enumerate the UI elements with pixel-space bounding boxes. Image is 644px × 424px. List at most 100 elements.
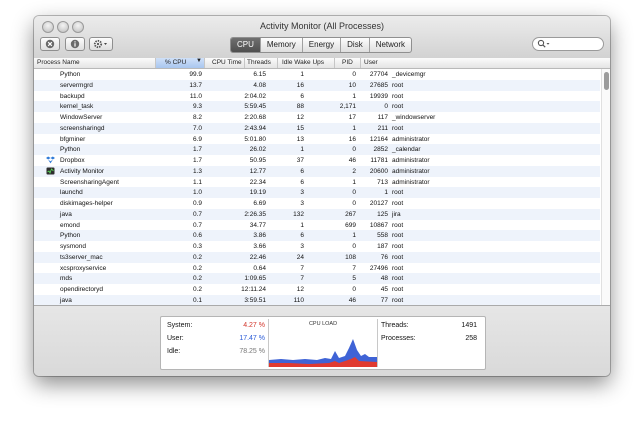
table-row[interactable]: opendirectoryd 0.2 12:11.24 12 0 45 root bbox=[34, 284, 600, 295]
threads-cell: 3 bbox=[300, 243, 304, 250]
table-row[interactable]: java 0.7 2:26.35 132 267 125 jira bbox=[34, 208, 600, 220]
cpu-cell: 0.9 bbox=[192, 200, 202, 207]
column-pid[interactable]: PID bbox=[342, 59, 353, 66]
user-cell: root bbox=[392, 124, 404, 132]
table-row[interactable]: screensharingd 7.0 2:43.94 15 1 211 root bbox=[34, 122, 600, 134]
table-row[interactable]: Activity Monitor 1.3 12.77 6 2 20600 administr… bbox=[34, 165, 600, 177]
cpu-cell: 0.2 bbox=[192, 286, 202, 293]
table-row[interactable]: java 0.1 3:59.51 110 46 77 root bbox=[34, 294, 600, 305]
column-idle-wake-ups[interactable]: Idle Wake Ups bbox=[282, 59, 324, 66]
user-cell: administrator bbox=[392, 167, 430, 175]
cpu-time-cell: 6.69 bbox=[253, 200, 266, 207]
threads-cell: 6 bbox=[300, 178, 304, 186]
inspect-process-button[interactable] bbox=[65, 37, 85, 51]
search-field[interactable] bbox=[532, 37, 604, 51]
cpu-time-cell: 50.95 bbox=[249, 157, 266, 164]
table-row[interactable]: mds 0.2 1:09.65 7 5 48 root bbox=[34, 273, 600, 284]
column-process-name[interactable]: Process Name bbox=[37, 59, 80, 66]
table-row[interactable]: sysmond 0.3 3.66 3 0 187 root bbox=[34, 241, 600, 252]
cpu-cell: 9.3 bbox=[192, 103, 202, 111]
table-row[interactable]: Python 0.6 3.86 6 1 558 root bbox=[34, 230, 600, 241]
cpu-time-cell: 3.66 bbox=[253, 243, 266, 250]
idle-wake-ups-cell: 0 bbox=[352, 189, 356, 197]
table-row[interactable]: kernel_task 9.3 5:59.45 88 2,171 0 root bbox=[34, 101, 600, 112]
idle-wake-ups-cell: 1 bbox=[352, 124, 356, 132]
table-row[interactable]: xcsproxyservice 0.2 0.64 7 7 27496 root bbox=[34, 263, 600, 274]
tab-cpu[interactable]: CPU bbox=[231, 38, 261, 52]
pid-cell: 211 bbox=[377, 124, 388, 132]
table-row[interactable]: emond 0.7 34.77 1 699 10867 root bbox=[34, 220, 600, 231]
table-row[interactable]: ts3server_mac 0.2 22.46 24 108 76 root bbox=[34, 251, 600, 263]
cpu-time-cell: 2:43.94 bbox=[244, 124, 266, 132]
idle-wake-ups-cell: 699 bbox=[345, 221, 356, 229]
user-cell: root bbox=[392, 200, 404, 207]
cpu-time-cell: 26.02 bbox=[249, 146, 266, 154]
table-row[interactable]: WindowServer 8.2 2:20.68 12 17 117 _windowserv… bbox=[34, 112, 600, 123]
threads-value: 1491 bbox=[461, 322, 477, 329]
threads-cell: 16 bbox=[296, 81, 304, 89]
idle-wake-ups-cell: 1 bbox=[352, 232, 356, 240]
scrollbar-thumb[interactable] bbox=[604, 72, 609, 90]
column-cpu[interactable]: % CPU bbox=[165, 59, 186, 66]
info-icon bbox=[70, 39, 80, 49]
user-cell: root bbox=[392, 253, 404, 261]
cpu-cell: 1.7 bbox=[192, 157, 202, 164]
cpu-time-cell: 1:09.65 bbox=[244, 275, 266, 283]
cpu-summary-panel: System: 4.27 % User: 17.47 % Idle: 78.25… bbox=[160, 316, 486, 370]
tab-disk[interactable]: Disk bbox=[341, 38, 370, 52]
quit-process-button[interactable] bbox=[40, 37, 60, 51]
process-name-cell: Dropbox bbox=[60, 157, 85, 164]
window-title: Activity Monitor (All Processes) bbox=[259, 21, 385, 31]
idle-wake-ups-cell: 2,171 bbox=[339, 103, 356, 111]
table-row[interactable]: backupd 11.0 2:04.02 6 1 19939 root bbox=[34, 91, 600, 102]
process-name-cell: xcsproxyservice bbox=[60, 264, 107, 272]
cpu-cell: 0.2 bbox=[192, 264, 202, 272]
threads-cell: 15 bbox=[296, 124, 304, 132]
tab-network[interactable]: Network bbox=[370, 38, 411, 52]
threads-cell: 3 bbox=[300, 189, 304, 197]
column-threads[interactable]: Threads bbox=[247, 59, 271, 66]
idle-wake-ups-cell: 10 bbox=[348, 81, 356, 89]
idle-wake-ups-cell: 0 bbox=[352, 146, 356, 154]
action-menu-button[interactable] bbox=[89, 37, 113, 51]
idle-wake-ups-cell: 0 bbox=[352, 71, 356, 78]
table-row[interactable]: Python 99.9 6.15 1 0 27704 _devicemgr bbox=[34, 69, 600, 80]
vertical-scrollbar[interactable] bbox=[601, 69, 610, 305]
tab-energy[interactable]: Energy bbox=[303, 38, 342, 52]
table-row[interactable]: Dropbox 1.7 50.95 37 46 11781 administrator bbox=[34, 155, 600, 166]
user-cell: administrator bbox=[392, 135, 430, 143]
process-name-cell: java bbox=[60, 210, 72, 218]
column-user[interactable]: User bbox=[364, 59, 378, 66]
table-row[interactable]: launchd 1.0 19.19 3 0 1 root bbox=[34, 187, 600, 198]
gear-icon bbox=[93, 39, 107, 49]
idle-wake-ups-cell: 108 bbox=[345, 253, 356, 261]
process-name-cell: Python bbox=[60, 71, 81, 78]
table-row[interactable]: Python 1.7 26.02 1 0 2852 _calendar bbox=[34, 144, 600, 155]
idle-wake-ups-cell: 0 bbox=[352, 243, 356, 250]
process-table: Python 99.9 6.15 1 0 27704 _devicemgr servermgr… bbox=[34, 69, 610, 305]
threads-cell: 12 bbox=[296, 286, 304, 293]
idle-wake-ups-cell: 0 bbox=[352, 200, 356, 207]
cpu-cell: 11.0 bbox=[189, 92, 202, 100]
process-name-cell: Python bbox=[60, 232, 81, 240]
activity-monitor-icon bbox=[46, 167, 55, 175]
process-name-cell: launchd bbox=[60, 189, 83, 197]
user-cell: root bbox=[392, 232, 404, 240]
column-cpu-time[interactable]: CPU Time bbox=[212, 59, 242, 66]
cpu-time-cell: 3:59.51 bbox=[244, 296, 266, 304]
threads-cell: 24 bbox=[296, 253, 304, 261]
table-row[interactable]: servermgrd 13.7 4.08 16 10 27685 root bbox=[34, 79, 600, 91]
table-row[interactable]: bfgminer 6.9 5:01.80 13 16 12164 administrator bbox=[34, 134, 600, 145]
pid-cell: 1 bbox=[384, 189, 388, 197]
idle-wake-ups-cell: 17 bbox=[348, 114, 356, 121]
tab-memory[interactable]: Memory bbox=[261, 38, 303, 52]
user-cell: administrator bbox=[392, 178, 430, 186]
cpu-cell: 13.7 bbox=[189, 81, 202, 89]
cpu-load-graph: CPU LOAD bbox=[268, 319, 378, 367]
table-row[interactable]: ScreensharingAgent 1.1 22.34 6 1 713 administr… bbox=[34, 177, 600, 188]
table-row[interactable]: diskimages-helper 0.9 6.69 3 0 20127 root bbox=[34, 198, 600, 209]
idle-wake-ups-cell: 16 bbox=[348, 135, 356, 143]
pid-cell: 27685 bbox=[369, 81, 388, 89]
title-bar: Activity Monitor (All Processes) CPU Mem… bbox=[34, 16, 610, 59]
process-name-cell: opendirectoryd bbox=[60, 286, 103, 293]
